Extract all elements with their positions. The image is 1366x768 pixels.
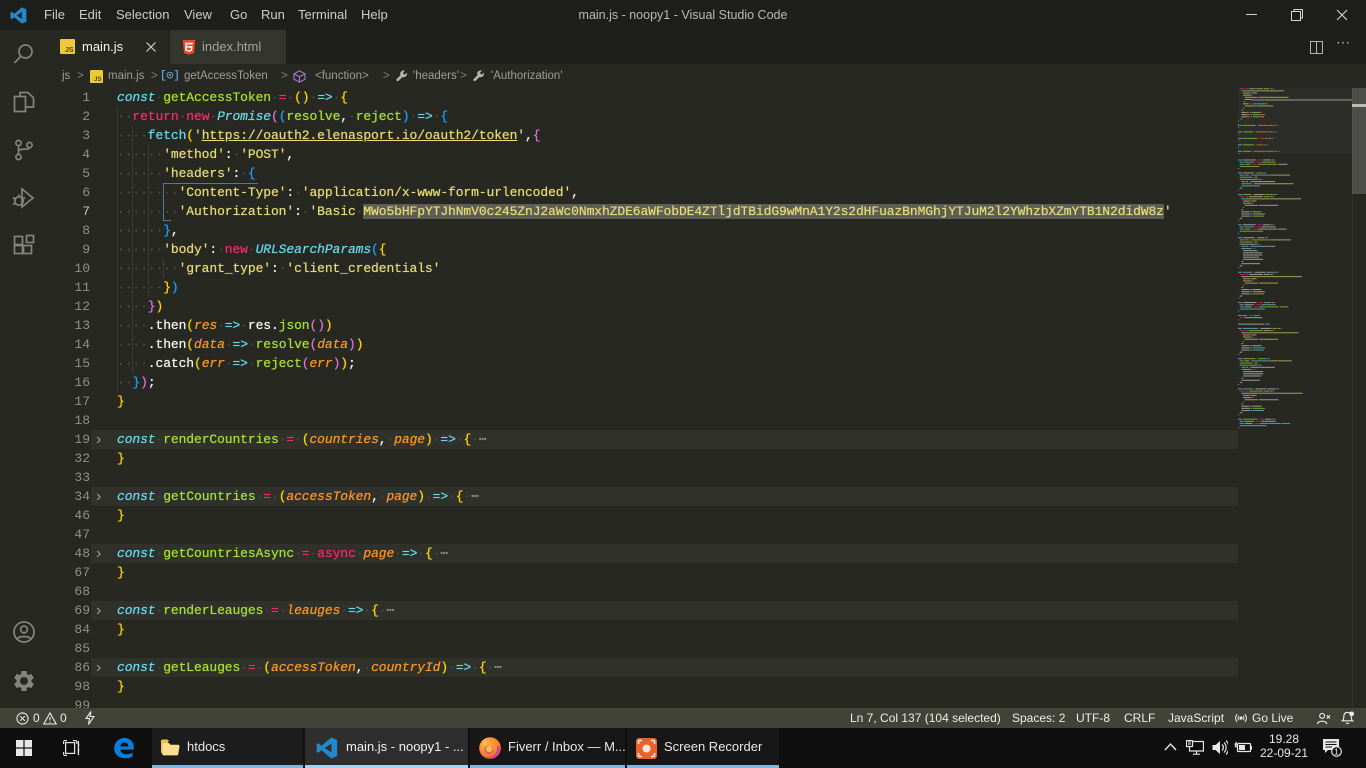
svg-text:1: 1: [1334, 747, 1339, 757]
svg-text:JS: JS: [65, 47, 74, 54]
svg-text:JS: JS: [94, 77, 101, 83]
